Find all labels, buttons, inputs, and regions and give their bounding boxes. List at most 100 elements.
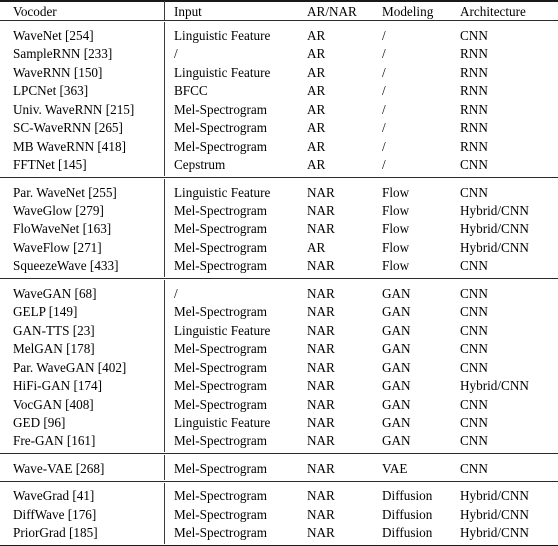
cell-architecture: CNN (460, 414, 558, 432)
cell-input: Mel-Spectrogram (172, 303, 307, 321)
column-divider (158, 137, 172, 155)
cell-vocoder: LPCNet [363] (0, 82, 158, 100)
cell-input: Mel-Spectrogram (172, 202, 307, 220)
cell-vocoder: SC-WaveRNN [265] (0, 119, 158, 137)
cell-architecture: Hybrid/CNN (460, 220, 558, 238)
column-divider (158, 257, 172, 275)
cell-ar-nar: AR (307, 119, 382, 137)
cell-ar-nar: AR (307, 100, 382, 118)
column-divider (158, 542, 172, 546)
cell-architecture: RNN (460, 82, 558, 100)
cell-input: Mel-Spectrogram (172, 340, 307, 358)
cell-modeling: GAN (382, 284, 460, 302)
column-divider (158, 2, 172, 21)
cell-input: Linguistic Feature (172, 183, 307, 201)
column-divider (158, 82, 172, 100)
table-row: FloWaveNet [163]Mel-SpectrogramNARFlowHy… (0, 220, 558, 238)
cell-architecture: RNN (460, 137, 558, 155)
cell-vocoder: FFTNet [145] (0, 156, 158, 174)
cell-modeling: GAN (382, 414, 460, 432)
cell-architecture: Hybrid/CNN (460, 377, 558, 395)
cell-architecture: CNN (460, 156, 558, 174)
cell-modeling: / (382, 26, 460, 44)
cell-input: / (172, 45, 307, 63)
cell-vocoder: Wave-VAE [268] (0, 459, 158, 477)
cell-vocoder: GAN-TTS [23] (0, 321, 158, 339)
column-divider (158, 524, 172, 542)
cell-input: Linguistic Feature (172, 26, 307, 44)
table-row: DiffWave [176]Mel-SpectrogramNARDiffusio… (0, 505, 558, 523)
table-row: MelGAN [178]Mel-SpectrogramNARGANCNN (0, 340, 558, 358)
cell-input: Mel-Spectrogram (172, 220, 307, 238)
cell-architecture: CNN (460, 183, 558, 201)
cell-vocoder: Par. WaveGAN [402] (0, 358, 158, 376)
cell-architecture: RNN (460, 100, 558, 118)
table-row: WaveFlow [271]Mel-SpectrogramARFlowHybri… (0, 238, 558, 256)
table-row: HiFi-GAN [174]Mel-SpectrogramNARGANHybri… (0, 377, 558, 395)
cell-ar-nar: NAR (307, 257, 382, 275)
cell-ar-nar: NAR (307, 321, 382, 339)
cell-modeling: / (382, 100, 460, 118)
cell-modeling: GAN (382, 303, 460, 321)
column-divider (158, 487, 172, 505)
cell-modeling: Flow (382, 257, 460, 275)
cell-modeling: Flow (382, 202, 460, 220)
cell-architecture: CNN (460, 395, 558, 413)
cell-vocoder: Fre-GAN [161] (0, 432, 158, 450)
cell-vocoder: WaveGlow [279] (0, 202, 158, 220)
column-divider (158, 303, 172, 321)
table-row: WaveGlow [279]Mel-SpectrogramNARFlowHybr… (0, 202, 558, 220)
cell-modeling: GAN (382, 340, 460, 358)
vocoder-comparison-table: VocoderInputAR/NARModelingArchitectureWa… (0, 0, 558, 513)
cell-input: Mel-Spectrogram (172, 432, 307, 450)
table-row: SC-WaveRNN [265]Mel-SpectrogramAR/RNN (0, 119, 558, 137)
cell-modeling: GAN (382, 358, 460, 376)
cell-architecture: CNN (460, 284, 558, 302)
cell-ar-nar: AR (307, 26, 382, 44)
cell-input: Cepstrum (172, 156, 307, 174)
cell-vocoder: SampleRNN [233] (0, 45, 158, 63)
column-divider (158, 100, 172, 118)
column-divider (158, 63, 172, 81)
column-divider (158, 119, 172, 137)
table-row: MB WaveRNN [418]Mel-SpectrogramAR/RNN (0, 137, 558, 155)
cell-modeling: GAN (382, 321, 460, 339)
cell-input: Mel-Spectrogram (172, 137, 307, 155)
column-divider (158, 238, 172, 256)
cell-modeling: Diffusion (382, 524, 460, 542)
cell-ar-nar: NAR (307, 183, 382, 201)
cell-input: Mel-Spectrogram (172, 505, 307, 523)
column-divider (158, 183, 172, 201)
column-header-architecture: Architecture (460, 2, 558, 21)
column-divider (158, 220, 172, 238)
cell-architecture: Hybrid/CNN (460, 238, 558, 256)
column-divider (158, 174, 172, 178)
table-row: WaveRNN [150]Linguistic FeatureAR/RNN (0, 63, 558, 81)
cell-vocoder: GED [96] (0, 414, 158, 432)
cell-ar-nar: AR (307, 45, 382, 63)
cell-architecture: CNN (460, 321, 558, 339)
cell-modeling: / (382, 63, 460, 81)
column-divider (158, 202, 172, 220)
table-row: VocGAN [408]Mel-SpectrogramNARGANCNN (0, 395, 558, 413)
cell-architecture: Hybrid/CNN (460, 505, 558, 523)
cell-vocoder: WaveFlow [271] (0, 238, 158, 256)
cell-architecture: RNN (460, 45, 558, 63)
cell-ar-nar: NAR (307, 220, 382, 238)
cell-ar-nar: AR (307, 137, 382, 155)
cell-vocoder: VocGAN [408] (0, 395, 158, 413)
cell-vocoder: WaveGAN [68] (0, 284, 158, 302)
cell-input: Mel-Spectrogram (172, 238, 307, 256)
cell-modeling: GAN (382, 395, 460, 413)
table-row: Fre-GAN [161]Mel-SpectrogramNARGANCNN (0, 432, 558, 450)
cell-input: Mel-Spectrogram (172, 100, 307, 118)
column-divider (158, 275, 172, 279)
cell-modeling: Flow (382, 238, 460, 256)
cell-ar-nar: AR (307, 156, 382, 174)
cell-modeling: / (382, 45, 460, 63)
cell-input: BFCC (172, 82, 307, 100)
column-divider (158, 478, 172, 482)
cell-vocoder: Par. WaveNet [255] (0, 183, 158, 201)
cell-ar-nar: NAR (307, 377, 382, 395)
table-row: LPCNet [363]BFCCAR/RNN (0, 82, 558, 100)
